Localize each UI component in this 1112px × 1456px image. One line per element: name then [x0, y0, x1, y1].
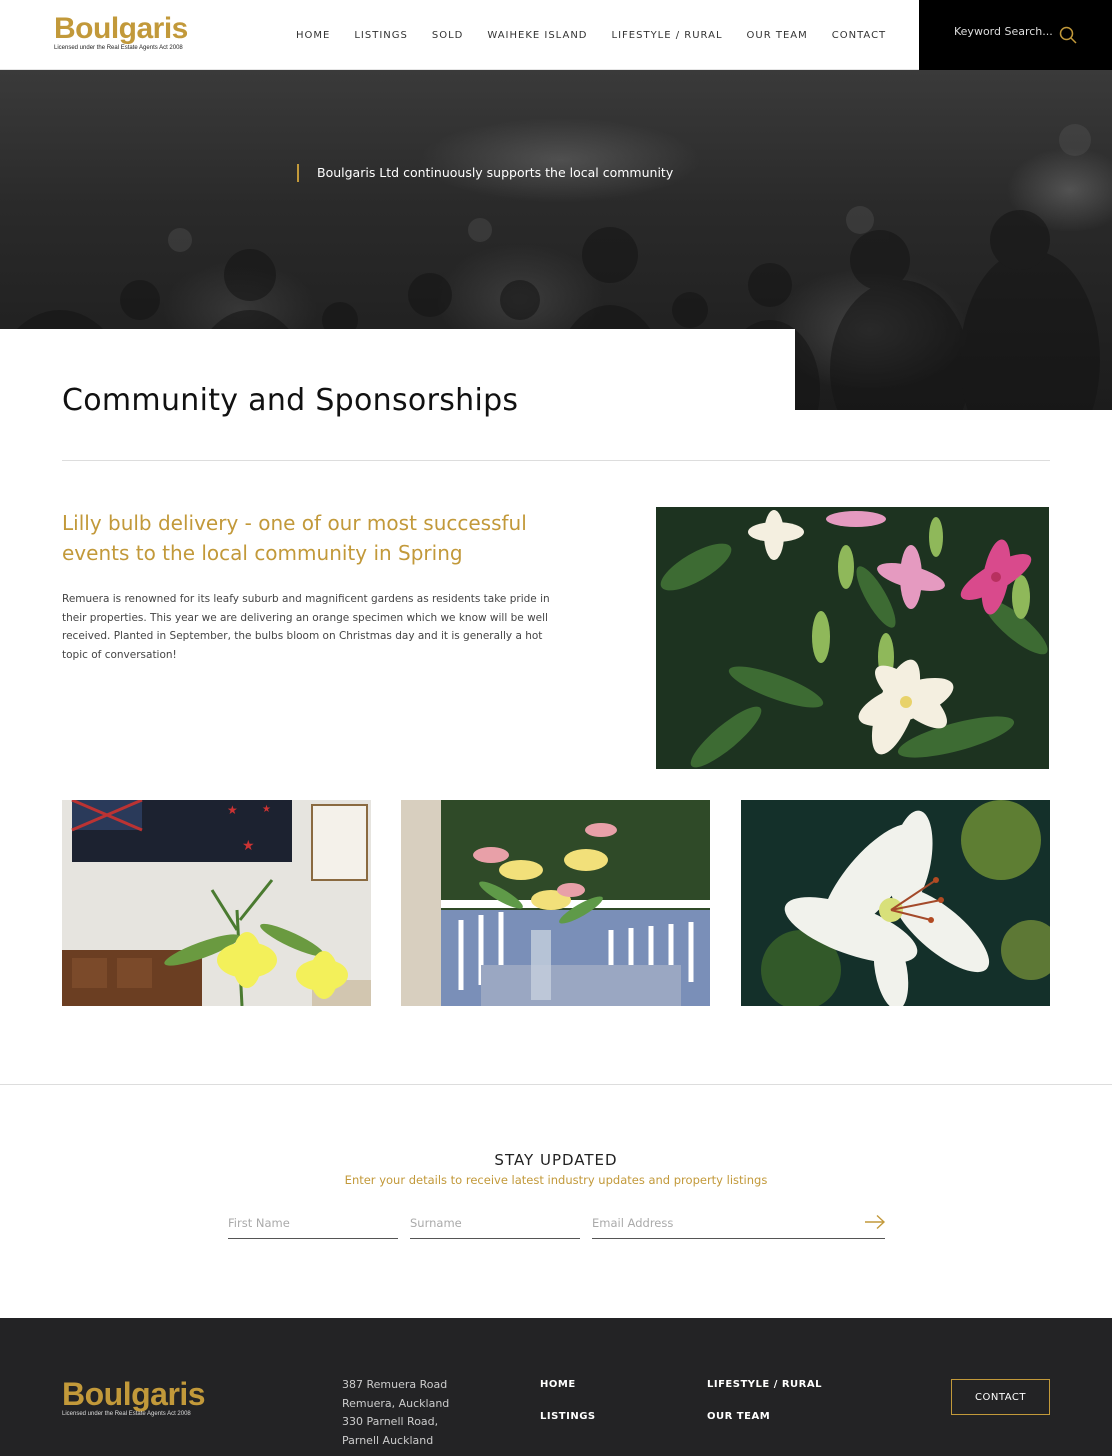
main-nav: HOME LISTINGS SOLD WAIHEKE ISLAND LIFEST… — [284, 0, 898, 70]
address-line: Parnell Auckland — [342, 1433, 434, 1447]
search-icon[interactable] — [1059, 26, 1077, 44]
site-header: Boulgaris Licensed under the Real Estate… — [0, 0, 1112, 70]
address-line: 330 Parnell Road, — [342, 1415, 439, 1428]
lily-vase-balcony-photo — [401, 800, 710, 1006]
first-name-field-wrapper — [228, 1212, 398, 1239]
logo-tagline: Licensed under the Real Estate Agents Ac… — [54, 45, 183, 51]
logo-wordmark: Boulgaris — [54, 12, 188, 45]
newsletter-subtitle: Enter your details to receive latest ind… — [344, 1173, 768, 1187]
address-line: 387 Remuera Road — [342, 1378, 448, 1391]
surname-field[interactable] — [410, 1212, 580, 1234]
nav-our-team[interactable]: OUR TEAM — [747, 30, 808, 41]
page-title: Community and Sponsorships — [62, 383, 519, 418]
arrow-right-icon[interactable] — [864, 1214, 886, 1230]
site-footer: Boulgaris Licensed under the Real Estate… — [0, 1318, 1112, 1456]
nav-waiheke-island[interactable]: WAIHEKE ISLAND — [487, 30, 587, 41]
email-field-wrapper — [592, 1212, 885, 1239]
svg-text:★: ★ — [262, 804, 271, 815]
nav-listings[interactable]: LISTINGS — [354, 30, 408, 41]
nav-home[interactable]: HOME — [296, 30, 330, 41]
lily-garden-photo — [656, 507, 1049, 769]
feature-heading: Lilly bulb delivery - one of our most su… — [62, 511, 527, 565]
feature-body: Remuera is renowned for its leafy suburb… — [62, 593, 550, 661]
footer-logo-tagline: Licensed under the Real Estate Agents Ac… — [62, 1411, 191, 1417]
hero-quote: Boulgaris Ltd continuously supports the … — [297, 164, 673, 182]
nav-lifestyle-rural[interactable]: LIFESTYLE / RURAL — [612, 30, 723, 41]
footer-nav-home[interactable]: HOME — [540, 1379, 576, 1390]
footer-logo[interactable]: Boulgaris Licensed under the Real Estate… — [62, 1376, 206, 1417]
address-line: Remuera, Auckland — [342, 1396, 450, 1410]
section-divider — [62, 460, 1050, 461]
white-lily-closeup-photo — [741, 800, 1050, 1006]
footer-contact-button[interactable]: CONTACT — [951, 1379, 1050, 1415]
brand-logo[interactable]: Boulgaris Licensed under the Real Estate… — [54, 12, 188, 52]
first-name-field[interactable] — [228, 1212, 398, 1234]
nav-contact[interactable]: CONTACT — [832, 30, 886, 41]
email-field[interactable] — [592, 1212, 842, 1234]
svg-text:★: ★ — [227, 803, 238, 817]
svg-text:★: ★ — [242, 838, 255, 854]
footer-nav-lifestyle-rural[interactable]: LIFESTYLE / RURAL — [707, 1379, 822, 1390]
search-bar — [919, 0, 1112, 70]
surname-field-wrapper — [410, 1212, 580, 1239]
footer-address: 387 Remuera Road Remuera, Auckland 330 P… — [342, 1376, 449, 1450]
search-input[interactable] — [954, 25, 1054, 38]
section-divider-bottom — [0, 1084, 1112, 1085]
newsletter-title: STAY UPDATED — [494, 1151, 618, 1169]
lily-vase-office-photo: ★ ★ ★ — [62, 800, 371, 1006]
footer-nav-our-team[interactable]: OUR TEAM — [707, 1411, 770, 1422]
footer-logo-wordmark: Boulgaris — [62, 1376, 206, 1412]
footer-nav-listings[interactable]: LISTINGS — [540, 1411, 596, 1422]
nav-sold[interactable]: SOLD — [432, 30, 464, 41]
